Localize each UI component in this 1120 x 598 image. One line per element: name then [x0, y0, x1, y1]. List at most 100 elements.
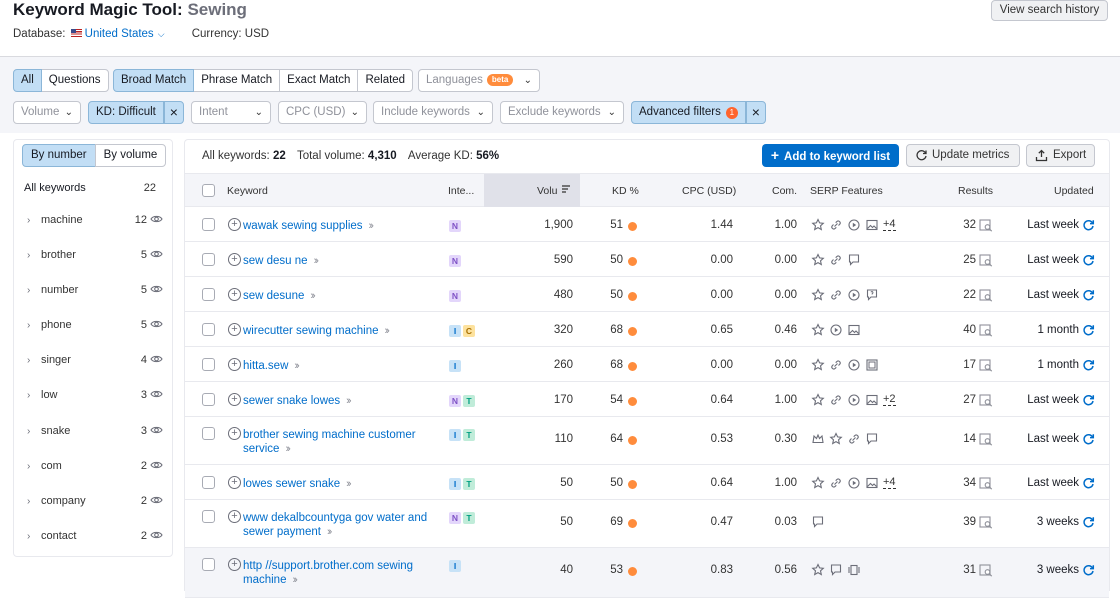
- chevron-right-icon[interactable]: ›: [27, 215, 30, 226]
- keyword-text[interactable]: lowes sewer snake: [243, 478, 340, 490]
- eye-icon[interactable]: [150, 318, 163, 330]
- eye-icon[interactable]: [150, 353, 163, 365]
- tab-related[interactable]: Related: [357, 69, 414, 92]
- serp-snapshot-icon[interactable]: [979, 564, 993, 577]
- tab-questions[interactable]: Questions: [40, 69, 109, 92]
- keyword-text[interactable]: http //support.brother.com sewing machin…: [243, 560, 413, 586]
- keyword-link[interactable]: wawak sewing supplies ››: [243, 219, 448, 233]
- col-results[interactable]: Results: [958, 185, 993, 197]
- double-chevron-icon[interactable]: ››: [346, 478, 352, 490]
- review-icon[interactable]: [865, 432, 879, 446]
- serp-more-link[interactable]: +4: [883, 219, 896, 231]
- view-search-history-button[interactable]: View search history: [991, 0, 1108, 21]
- keyword-link[interactable]: http //support.brother.com sewing machin…: [243, 559, 448, 587]
- serp-snapshot-icon[interactable]: [979, 289, 993, 302]
- tab-broad-match[interactable]: Broad Match: [113, 69, 195, 92]
- row-checkbox[interactable]: [202, 558, 215, 571]
- serp-snapshot-icon[interactable]: [979, 477, 993, 490]
- row-checkbox[interactable]: [202, 323, 215, 336]
- refresh-icon[interactable]: [1082, 359, 1095, 372]
- col-updated[interactable]: Updated: [1054, 185, 1094, 197]
- link-icon[interactable]: [829, 393, 843, 407]
- keyword-text[interactable]: sew desune: [243, 290, 304, 302]
- refresh-icon[interactable]: [1082, 394, 1095, 407]
- serp-more-link[interactable]: +2: [883, 394, 896, 406]
- row-checkbox[interactable]: [202, 218, 215, 231]
- languages-dropdown[interactable]: Languages beta ⌄: [418, 69, 540, 92]
- sidebar-group-item[interactable]: › low 3: [14, 383, 172, 418]
- review-icon[interactable]: [829, 563, 843, 577]
- row-checkbox[interactable]: [202, 427, 215, 440]
- col-serp[interactable]: SERP Features: [810, 185, 883, 197]
- kd-filter-chip[interactable]: KD: Difficult ×: [88, 101, 184, 124]
- row-checkbox[interactable]: [202, 253, 215, 266]
- col-keyword[interactable]: Keyword: [227, 185, 268, 197]
- chevron-right-icon[interactable]: ›: [27, 461, 30, 472]
- double-chevron-icon[interactable]: ››: [385, 325, 391, 337]
- tab-exact-match[interactable]: Exact Match: [279, 69, 359, 92]
- star-icon[interactable]: [811, 476, 825, 490]
- eye-icon[interactable]: [150, 459, 163, 471]
- star-icon[interactable]: [811, 288, 825, 302]
- keyword-link[interactable]: wirecutter sewing machine ››: [243, 324, 448, 338]
- image-icon[interactable]: [847, 323, 861, 337]
- star-icon[interactable]: [829, 432, 843, 446]
- review-icon[interactable]: [811, 515, 825, 529]
- double-chevron-icon[interactable]: ››: [285, 443, 291, 455]
- eye-icon[interactable]: [150, 494, 163, 506]
- double-chevron-icon[interactable]: ››: [314, 255, 320, 267]
- chevron-right-icon[interactable]: ›: [27, 390, 30, 401]
- refresh-icon[interactable]: [1082, 289, 1095, 302]
- chevron-right-icon[interactable]: ›: [27, 355, 30, 366]
- serp-snapshot-icon[interactable]: [979, 394, 993, 407]
- serp-snapshot-icon[interactable]: [979, 516, 993, 529]
- tab-all[interactable]: All: [13, 69, 42, 92]
- refresh-icon[interactable]: [1082, 564, 1095, 577]
- keyword-link[interactable]: sewer snake lowes ››: [243, 394, 448, 408]
- link-icon[interactable]: [829, 288, 843, 302]
- all-keywords-group[interactable]: All keywords 22: [24, 182, 164, 194]
- chevron-right-icon[interactable]: ›: [27, 426, 30, 437]
- intent-filter[interactable]: Intent ⌄: [191, 101, 271, 124]
- eye-icon[interactable]: [150, 213, 163, 225]
- close-icon[interactable]: ×: [163, 101, 184, 124]
- row-checkbox[interactable]: [202, 358, 215, 371]
- star-icon[interactable]: [811, 563, 825, 577]
- sidebar-group-item[interactable]: › contact 2: [14, 524, 172, 559]
- eye-icon[interactable]: [150, 283, 163, 295]
- col-intent[interactable]: Inte...: [448, 185, 474, 197]
- row-checkbox[interactable]: [202, 393, 215, 406]
- add-keyword-icon[interactable]: +: [228, 358, 241, 371]
- serp-more-link[interactable]: +4: [883, 477, 896, 489]
- serp-snapshot-icon[interactable]: [979, 359, 993, 372]
- keyword-link[interactable]: lowes sewer snake ››: [243, 477, 448, 491]
- refresh-icon[interactable]: [1082, 324, 1095, 337]
- eye-icon[interactable]: [150, 529, 163, 541]
- keyword-text[interactable]: www dekalbcountyga gov water and sewer p…: [243, 512, 427, 538]
- sidebar-group-item[interactable]: › snake 3: [14, 419, 172, 454]
- keyword-text[interactable]: wawak sewing supplies: [243, 220, 363, 232]
- sort-desc-icon[interactable]: [561, 184, 571, 197]
- double-chevron-icon[interactable]: ››: [294, 360, 300, 372]
- by-number-toggle[interactable]: By number: [22, 144, 96, 167]
- advanced-filters-chip[interactable]: Advanced filters 1 ×: [631, 101, 766, 124]
- serp-snapshot-icon[interactable]: [979, 324, 993, 337]
- image-icon[interactable]: [865, 393, 879, 407]
- serp-snapshot-icon[interactable]: [979, 433, 993, 446]
- link-icon[interactable]: [829, 476, 843, 490]
- col-volume[interactable]: Volu: [537, 185, 557, 197]
- add-to-keyword-list-button[interactable]: + Add to keyword list: [762, 144, 899, 167]
- sidebar-group-item[interactable]: › company 2: [14, 489, 172, 524]
- eye-icon[interactable]: [150, 248, 163, 260]
- include-keywords-filter[interactable]: Include keywords ⌄: [373, 101, 493, 124]
- star-icon[interactable]: [811, 393, 825, 407]
- crown-icon[interactable]: [811, 432, 825, 446]
- star-icon[interactable]: [811, 253, 825, 267]
- refresh-icon[interactable]: [1082, 254, 1095, 267]
- double-chevron-icon[interactable]: ››: [369, 220, 375, 232]
- video-icon[interactable]: [847, 476, 861, 490]
- advanced-filters-label[interactable]: Advanced filters 1: [631, 101, 746, 124]
- keyword-text[interactable]: brother sewing machine customer service: [243, 429, 416, 455]
- exclude-keywords-filter[interactable]: Exclude keywords ⌄: [500, 101, 624, 124]
- carousel-icon[interactable]: [847, 563, 861, 577]
